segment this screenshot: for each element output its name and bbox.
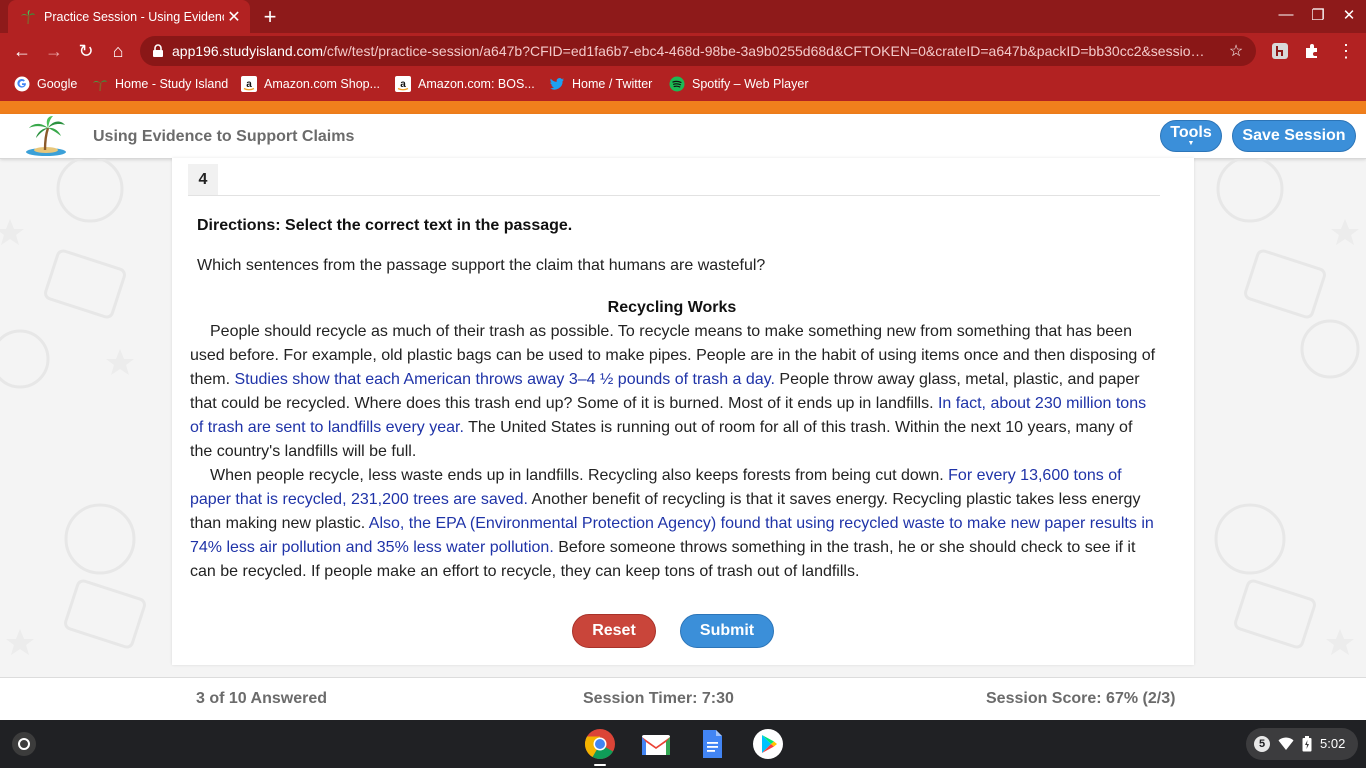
submit-button[interactable]: Submit <box>680 614 774 648</box>
amazon-icon: a <box>241 76 257 92</box>
passage-paragraph-1: People should recycle as much of their t… <box>190 320 1156 464</box>
session-timer: Session Timer: 7:30 <box>583 690 734 707</box>
bookmark-google[interactable]: Google <box>14 76 77 92</box>
os-shelf: 5 5:02 <box>0 720 1366 768</box>
reset-button[interactable]: Reset <box>572 614 656 648</box>
twitter-icon <box>550 78 564 90</box>
bookmark-star-icon[interactable]: ☆ <box>1224 41 1248 61</box>
svg-text:a: a <box>246 79 252 90</box>
minimize-icon[interactable]: — <box>1271 6 1301 23</box>
lock-icon <box>153 44 163 57</box>
palm-tree-icon <box>93 80 107 92</box>
spotify-icon <box>669 76 685 92</box>
question-number-row: 4 <box>188 164 1160 196</box>
browser-tabstrip: Practice Session - Using Evidence to Sup… <box>0 0 1366 33</box>
answered-count: 3 of 10 Answered <box>196 690 328 707</box>
back-icon[interactable]: ← <box>10 39 34 63</box>
study-island-logo-icon <box>26 116 66 156</box>
question-prompt: Which sentences from the passage support… <box>197 257 766 274</box>
home-icon[interactable]: ⌂ <box>106 39 130 63</box>
launcher-circle-icon <box>18 738 30 750</box>
session-score: Session Score: 67% (2/3) <box>986 690 1176 707</box>
bookmark-spotify[interactable]: Spotify – Web Player <box>669 76 809 92</box>
play-store-icon[interactable] <box>752 728 784 760</box>
tab-title: Practice Session - Using Evidence to Sup… <box>44 9 224 24</box>
bookmark-amazon-bos[interactable]: a Amazon.com: BOS... <box>395 76 535 92</box>
extension-icon[interactable] <box>1271 42 1289 60</box>
passage-title: Recycling Works <box>607 299 737 316</box>
new-tab-button[interactable]: + <box>258 4 282 30</box>
directions: Directions: Select the correct text in t… <box>197 217 573 234</box>
docs-icon[interactable] <box>696 728 728 760</box>
google-icon <box>14 76 30 92</box>
accent-bar <box>0 101 1366 114</box>
restore-icon[interactable]: ❐ <box>1303 6 1333 24</box>
browser-toolbar: ← → ↻ ⌂ app196.studyisland.com/cfw/test/… <box>0 33 1366 69</box>
system-tray[interactable]: 5 5:02 <box>1246 728 1358 760</box>
chrome-icon[interactable] <box>584 728 616 760</box>
address-bar[interactable]: app196.studyisland.com/cfw/test/practice… <box>140 36 1256 66</box>
tools-button[interactable]: Tools ▼ <box>1160 120 1222 152</box>
question-number: 4 <box>188 164 218 195</box>
bookmarks-bar: Google Home - Study Island a Amazon.com … <box>0 69 1366 101</box>
question-card: 4 Directions: Select the correct text in… <box>172 158 1194 665</box>
bookmark-study-island[interactable]: Home - Study Island <box>92 76 228 92</box>
svg-text:a: a <box>400 79 406 90</box>
amazon-icon: a <box>395 76 411 92</box>
notification-count: 5 <box>1254 736 1270 752</box>
app-header: Using Evidence to Support Claims Tools ▼… <box>0 114 1366 159</box>
browser-menu-icon[interactable]: ⋮ <box>1334 39 1358 63</box>
active-app-indicator <box>594 764 606 766</box>
passage: People should recycle as much of their t… <box>190 320 1156 584</box>
save-session-button[interactable]: Save Session <box>1232 120 1356 152</box>
caret-down-icon: ▼ <box>1187 140 1195 147</box>
bookmark-twitter[interactable]: Home / Twitter <box>549 76 652 92</box>
reload-icon[interactable]: ↻ <box>74 39 98 63</box>
selectable-sentence[interactable]: Studies show that each American throws a… <box>234 371 774 388</box>
url-text: app196.studyisland.com/cfw/test/practice… <box>172 43 1205 59</box>
extensions-puzzle-icon[interactable] <box>1303 42 1321 60</box>
clock: 5:02 <box>1320 736 1346 751</box>
palm-tree-icon <box>21 9 35 24</box>
lesson-title: Using Evidence to Support Claims <box>93 128 355 145</box>
passage-text: When people recycle, less waste ends up … <box>210 467 944 484</box>
session-footer: 3 of 10 Answered Session Timer: 7:30 Ses… <box>0 677 1366 721</box>
bookmark-amazon-shop[interactable]: a Amazon.com Shop... <box>241 76 380 92</box>
gmail-icon[interactable] <box>640 728 672 760</box>
forward-icon[interactable]: → <box>42 39 66 63</box>
launcher-button[interactable] <box>12 732 36 756</box>
close-window-icon[interactable]: ✕ <box>1334 6 1364 24</box>
browser-tab[interactable]: Practice Session - Using Evidence to Sup… <box>8 0 250 33</box>
close-tab-icon[interactable]: ✕ <box>224 7 244 27</box>
wifi-icon <box>1278 737 1294 750</box>
battery-icon <box>1302 736 1312 752</box>
passage-paragraph-2: When people recycle, less waste ends up … <box>190 464 1156 584</box>
